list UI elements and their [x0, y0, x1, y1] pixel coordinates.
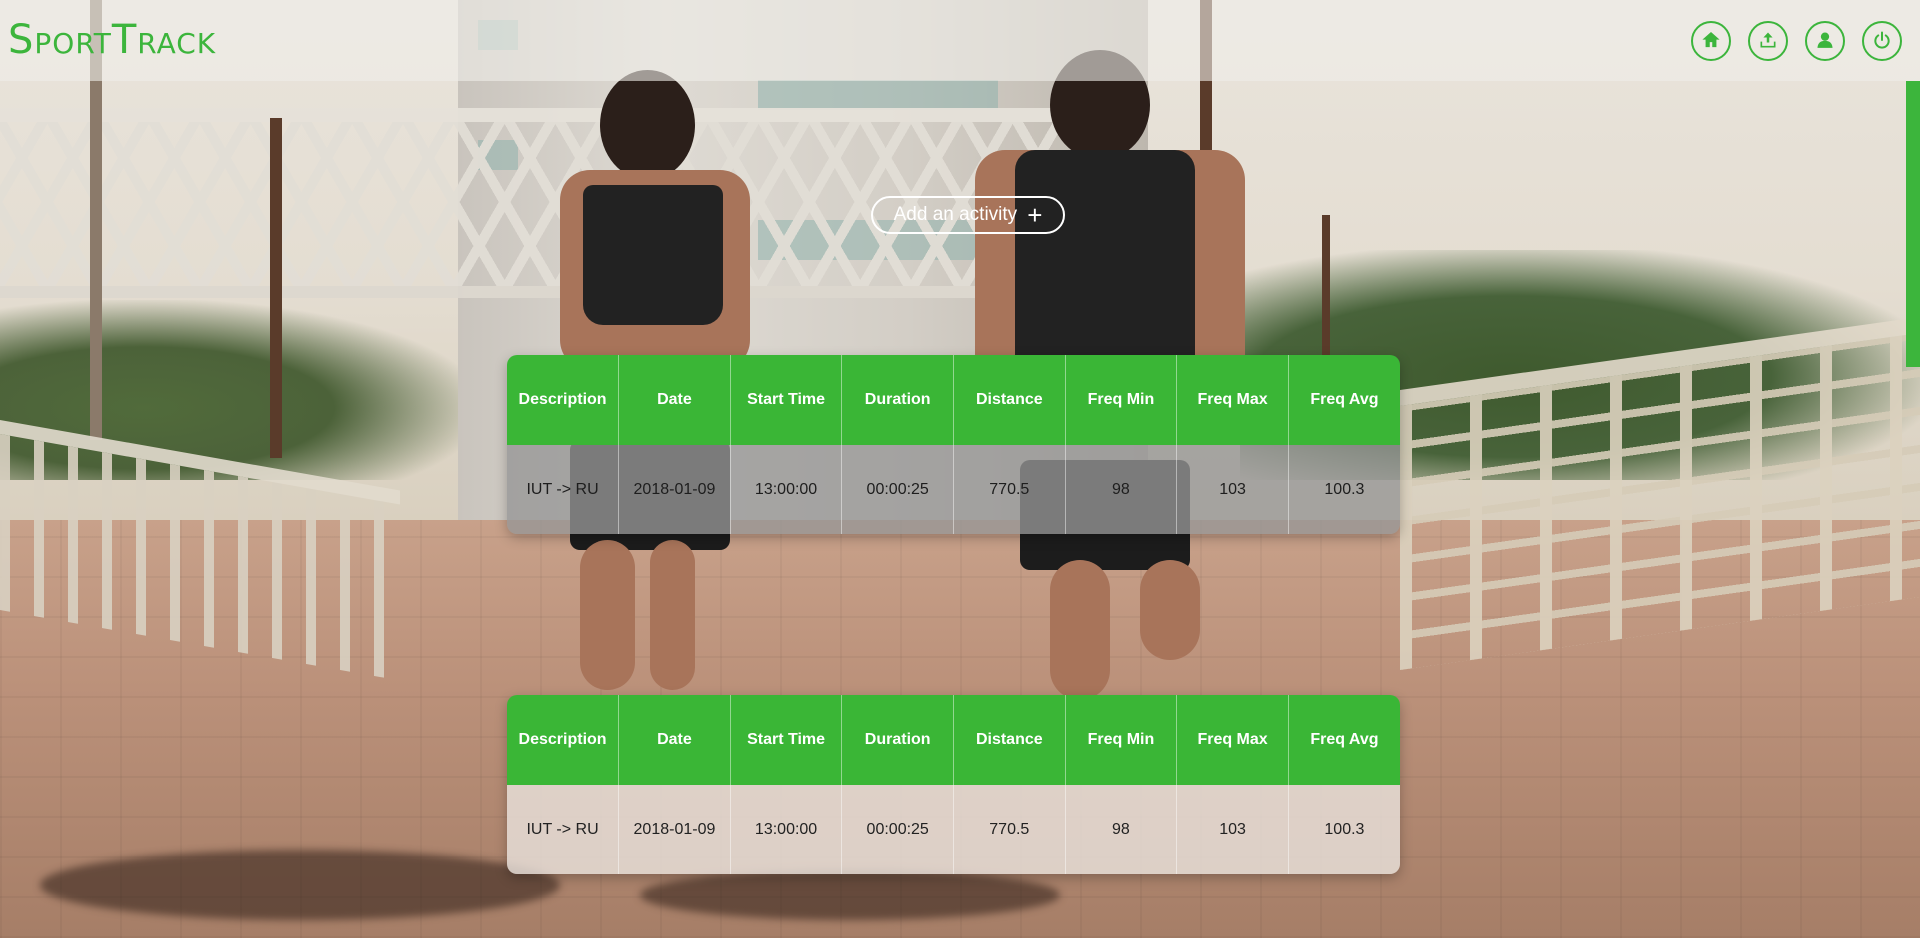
cell-freq-avg: 100.3 [1288, 785, 1400, 874]
user-icon [1815, 30, 1835, 53]
activity-table: Description Date Start Time Duration Dis… [507, 355, 1400, 534]
cell-freq-max: 103 [1176, 445, 1289, 534]
top-nav [1691, 21, 1902, 61]
table-header-row: Description Date Start Time Duration Dis… [507, 355, 1400, 445]
cell-freq-min: 98 [1065, 785, 1178, 874]
cell-freq-max: 103 [1176, 785, 1289, 874]
header-freq-avg: Freq Avg [1288, 695, 1400, 785]
header-start-time: Start Time [730, 355, 843, 445]
home-icon [1701, 30, 1721, 53]
add-activity-button[interactable]: Add an activity + [871, 196, 1065, 234]
header-freq-max: Freq Max [1176, 355, 1289, 445]
header-distance: Distance [953, 355, 1066, 445]
table-row: IUT -> RU 2018-01-09 13:00:00 00:00:25 7… [507, 445, 1400, 534]
cell-duration: 00:00:25 [841, 785, 954, 874]
header-start-time: Start Time [730, 695, 843, 785]
table-row: IUT -> RU 2018-01-09 13:00:00 00:00:25 7… [507, 785, 1400, 874]
cell-freq-avg: 100.3 [1288, 445, 1400, 534]
scrollbar-thumb[interactable] [1906, 81, 1920, 367]
plus-icon: + [1027, 200, 1043, 230]
header-date: Date [618, 695, 731, 785]
header-freq-max: Freq Max [1176, 695, 1289, 785]
table-header-row: Description Date Start Time Duration Dis… [507, 695, 1400, 785]
cell-start-time: 13:00:00 [730, 445, 843, 534]
cell-description: IUT -> RU [507, 445, 620, 534]
activity-card: Description Date Start Time Duration Dis… [507, 355, 1400, 534]
cell-distance: 770.5 [953, 785, 1066, 874]
cell-date: 2018-01-09 [618, 445, 731, 534]
home-button[interactable] [1691, 21, 1731, 61]
header-duration: Duration [841, 695, 954, 785]
header-duration: Duration [841, 355, 954, 445]
header-freq-min: Freq Min [1065, 695, 1178, 785]
activity-card: Description Date Start Time Duration Dis… [507, 695, 1400, 874]
add-activity-label: Add an activity [893, 204, 1018, 225]
cell-start-time: 13:00:00 [730, 785, 843, 874]
header-date: Date [618, 355, 731, 445]
upload-icon [1758, 30, 1778, 53]
cell-description: IUT -> RU [507, 785, 620, 874]
cell-distance: 770.5 [953, 445, 1066, 534]
header-description: Description [507, 355, 620, 445]
cell-freq-min: 98 [1065, 445, 1178, 534]
power-icon [1872, 30, 1892, 53]
cell-duration: 00:00:25 [841, 445, 954, 534]
cell-date: 2018-01-09 [618, 785, 731, 874]
activity-table: Description Date Start Time Duration Dis… [507, 695, 1400, 874]
profile-button[interactable] [1805, 21, 1845, 61]
top-bar: SportTrack [0, 0, 1920, 81]
upload-button[interactable] [1748, 21, 1788, 61]
header-distance: Distance [953, 695, 1066, 785]
logout-button[interactable] [1862, 21, 1902, 61]
header-description: Description [507, 695, 620, 785]
app-logo[interactable]: SportTrack [8, 16, 216, 64]
header-freq-min: Freq Min [1065, 355, 1178, 445]
header-freq-avg: Freq Avg [1288, 355, 1400, 445]
